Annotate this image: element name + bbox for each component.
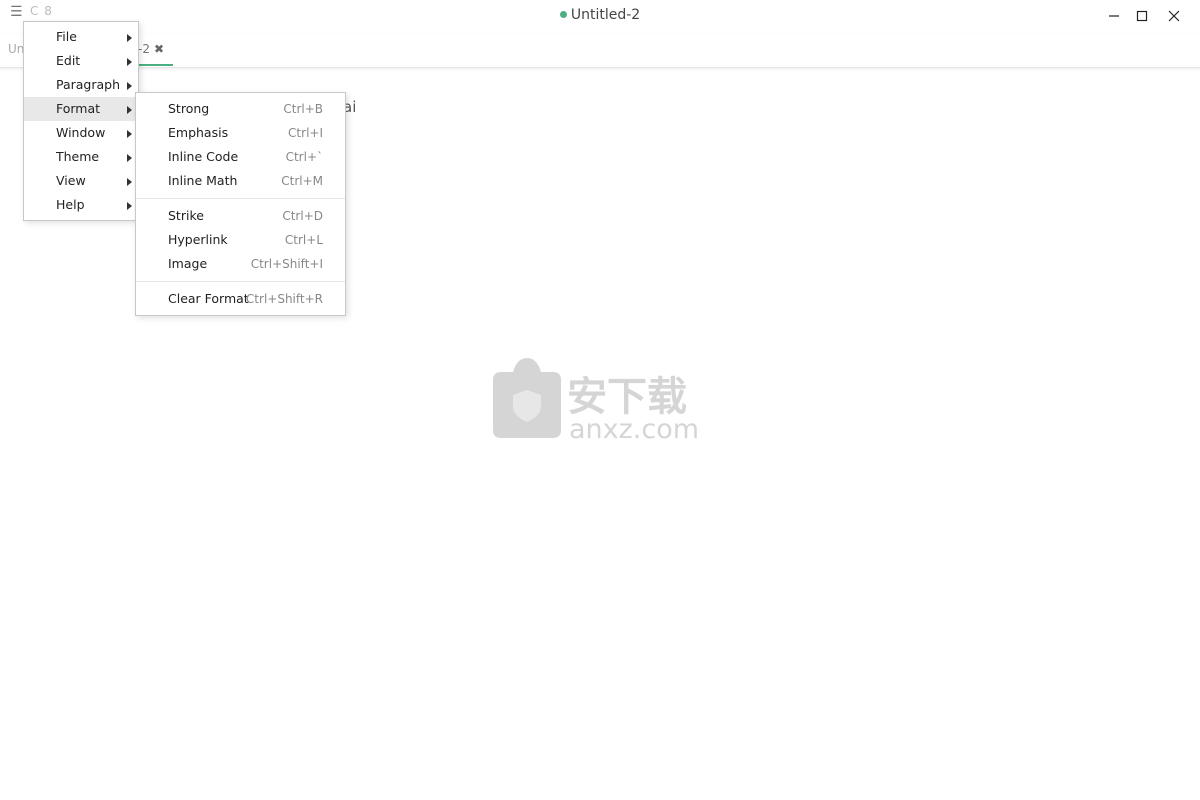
submenu-arrow-icon bbox=[127, 202, 132, 210]
format-item-label: Image bbox=[168, 256, 208, 271]
menu-item-view[interactable]: View bbox=[24, 169, 138, 193]
format-item-label: Hyperlink bbox=[168, 232, 228, 247]
format-item-label: Inline Code bbox=[168, 149, 239, 164]
submenu-arrow-icon bbox=[127, 130, 132, 138]
menu-separator bbox=[136, 281, 345, 282]
maximize-icon bbox=[1136, 10, 1148, 22]
submenu-arrow-icon bbox=[127, 154, 132, 162]
format-item-emphasis[interactable]: Emphasis Ctrl+I bbox=[136, 121, 345, 145]
menu-item-label: Paragraph bbox=[56, 77, 121, 92]
minimize-button[interactable] bbox=[1104, 6, 1124, 26]
shortcut-label: Ctrl+L bbox=[284, 233, 323, 247]
watermark-domain-text: anxz.com bbox=[569, 414, 699, 440]
app-main-menu: File Edit Paragraph Format Window Theme … bbox=[23, 21, 139, 221]
menu-separator bbox=[136, 198, 345, 199]
format-item-strike[interactable]: Strike Ctrl+D bbox=[136, 204, 345, 228]
menu-item-edit[interactable]: Edit bbox=[24, 49, 138, 73]
format-submenu: Strong Ctrl+B Emphasis Ctrl+I Inline Code C… bbox=[135, 92, 346, 316]
shortcut-label: Ctrl+I bbox=[288, 126, 323, 140]
shortcut-label: Ctrl+M bbox=[281, 174, 323, 188]
menu-item-label: View bbox=[56, 173, 86, 188]
menu-item-window[interactable]: Window bbox=[24, 121, 138, 145]
maximize-button[interactable] bbox=[1132, 6, 1152, 26]
anxz-watermark-logo: 安下载 anxz.com bbox=[493, 358, 699, 440]
close-icon bbox=[1168, 10, 1180, 22]
saved-status-dot-icon bbox=[559, 11, 567, 18]
window-title: Untitled-2 bbox=[0, 7, 1200, 23]
close-window-button[interactable] bbox=[1164, 6, 1184, 26]
submenu-arrow-icon bbox=[127, 106, 132, 114]
format-item-label: Emphasis bbox=[168, 125, 229, 140]
tab-close-icon[interactable]: ✖ bbox=[154, 42, 164, 64]
format-item-label: Inline Math bbox=[168, 173, 238, 188]
menu-item-help[interactable]: Help bbox=[24, 193, 138, 217]
format-item-inline-math[interactable]: Inline Math Ctrl+M bbox=[136, 169, 345, 193]
format-item-inline-code[interactable]: Inline Code Ctrl+` bbox=[136, 145, 345, 169]
shortcut-label: Ctrl+Shift+R bbox=[245, 292, 323, 306]
menu-item-label: Help bbox=[56, 197, 85, 212]
minimize-icon bbox=[1109, 15, 1119, 17]
menu-item-theme[interactable]: Theme bbox=[24, 145, 138, 169]
format-item-hyperlink[interactable]: Hyperlink Ctrl+L bbox=[136, 228, 345, 252]
title-bar: ☰ C 8 Untitled-2 bbox=[0, 0, 1200, 34]
shortcut-label: Ctrl+D bbox=[282, 209, 323, 223]
tab-label: -2 bbox=[138, 42, 150, 56]
menu-item-label: File bbox=[56, 29, 77, 44]
menu-item-label: Theme bbox=[56, 149, 100, 164]
format-item-strong[interactable]: Strong Ctrl+B bbox=[136, 97, 345, 121]
shortcut-label: Ctrl+Shift+I bbox=[250, 257, 323, 271]
format-item-clear-format[interactable]: Clear Format Ctrl+Shift+R bbox=[136, 287, 345, 311]
shortcut-label: Ctrl+B bbox=[283, 102, 323, 116]
tab-untitled-1[interactable]: Un bbox=[8, 42, 24, 56]
menu-item-file[interactable]: File bbox=[24, 25, 138, 49]
format-item-label: Strong bbox=[168, 101, 210, 116]
submenu-arrow-icon bbox=[127, 82, 132, 90]
menu-item-label: Format bbox=[56, 101, 101, 116]
menu-item-label: Window bbox=[56, 125, 106, 140]
submenu-arrow-icon bbox=[127, 34, 132, 42]
submenu-arrow-icon bbox=[127, 58, 132, 66]
menu-item-label: Edit bbox=[56, 53, 81, 68]
format-item-label: Strike bbox=[168, 208, 204, 223]
shortcut-label: Ctrl+` bbox=[285, 150, 323, 164]
window-title-text: Untitled-2 bbox=[570, 7, 641, 23]
format-item-label: Clear Format bbox=[168, 291, 249, 306]
submenu-arrow-icon bbox=[127, 178, 132, 186]
menu-item-paragraph[interactable]: Paragraph bbox=[24, 73, 138, 97]
tab-untitled-2-active[interactable]: -2 ✖ bbox=[138, 34, 173, 66]
tab-strip: Un -2 ✖ bbox=[0, 34, 1200, 68]
menu-item-format[interactable]: Format bbox=[24, 97, 138, 121]
format-item-image[interactable]: Image Ctrl+Shift+I bbox=[136, 252, 345, 276]
